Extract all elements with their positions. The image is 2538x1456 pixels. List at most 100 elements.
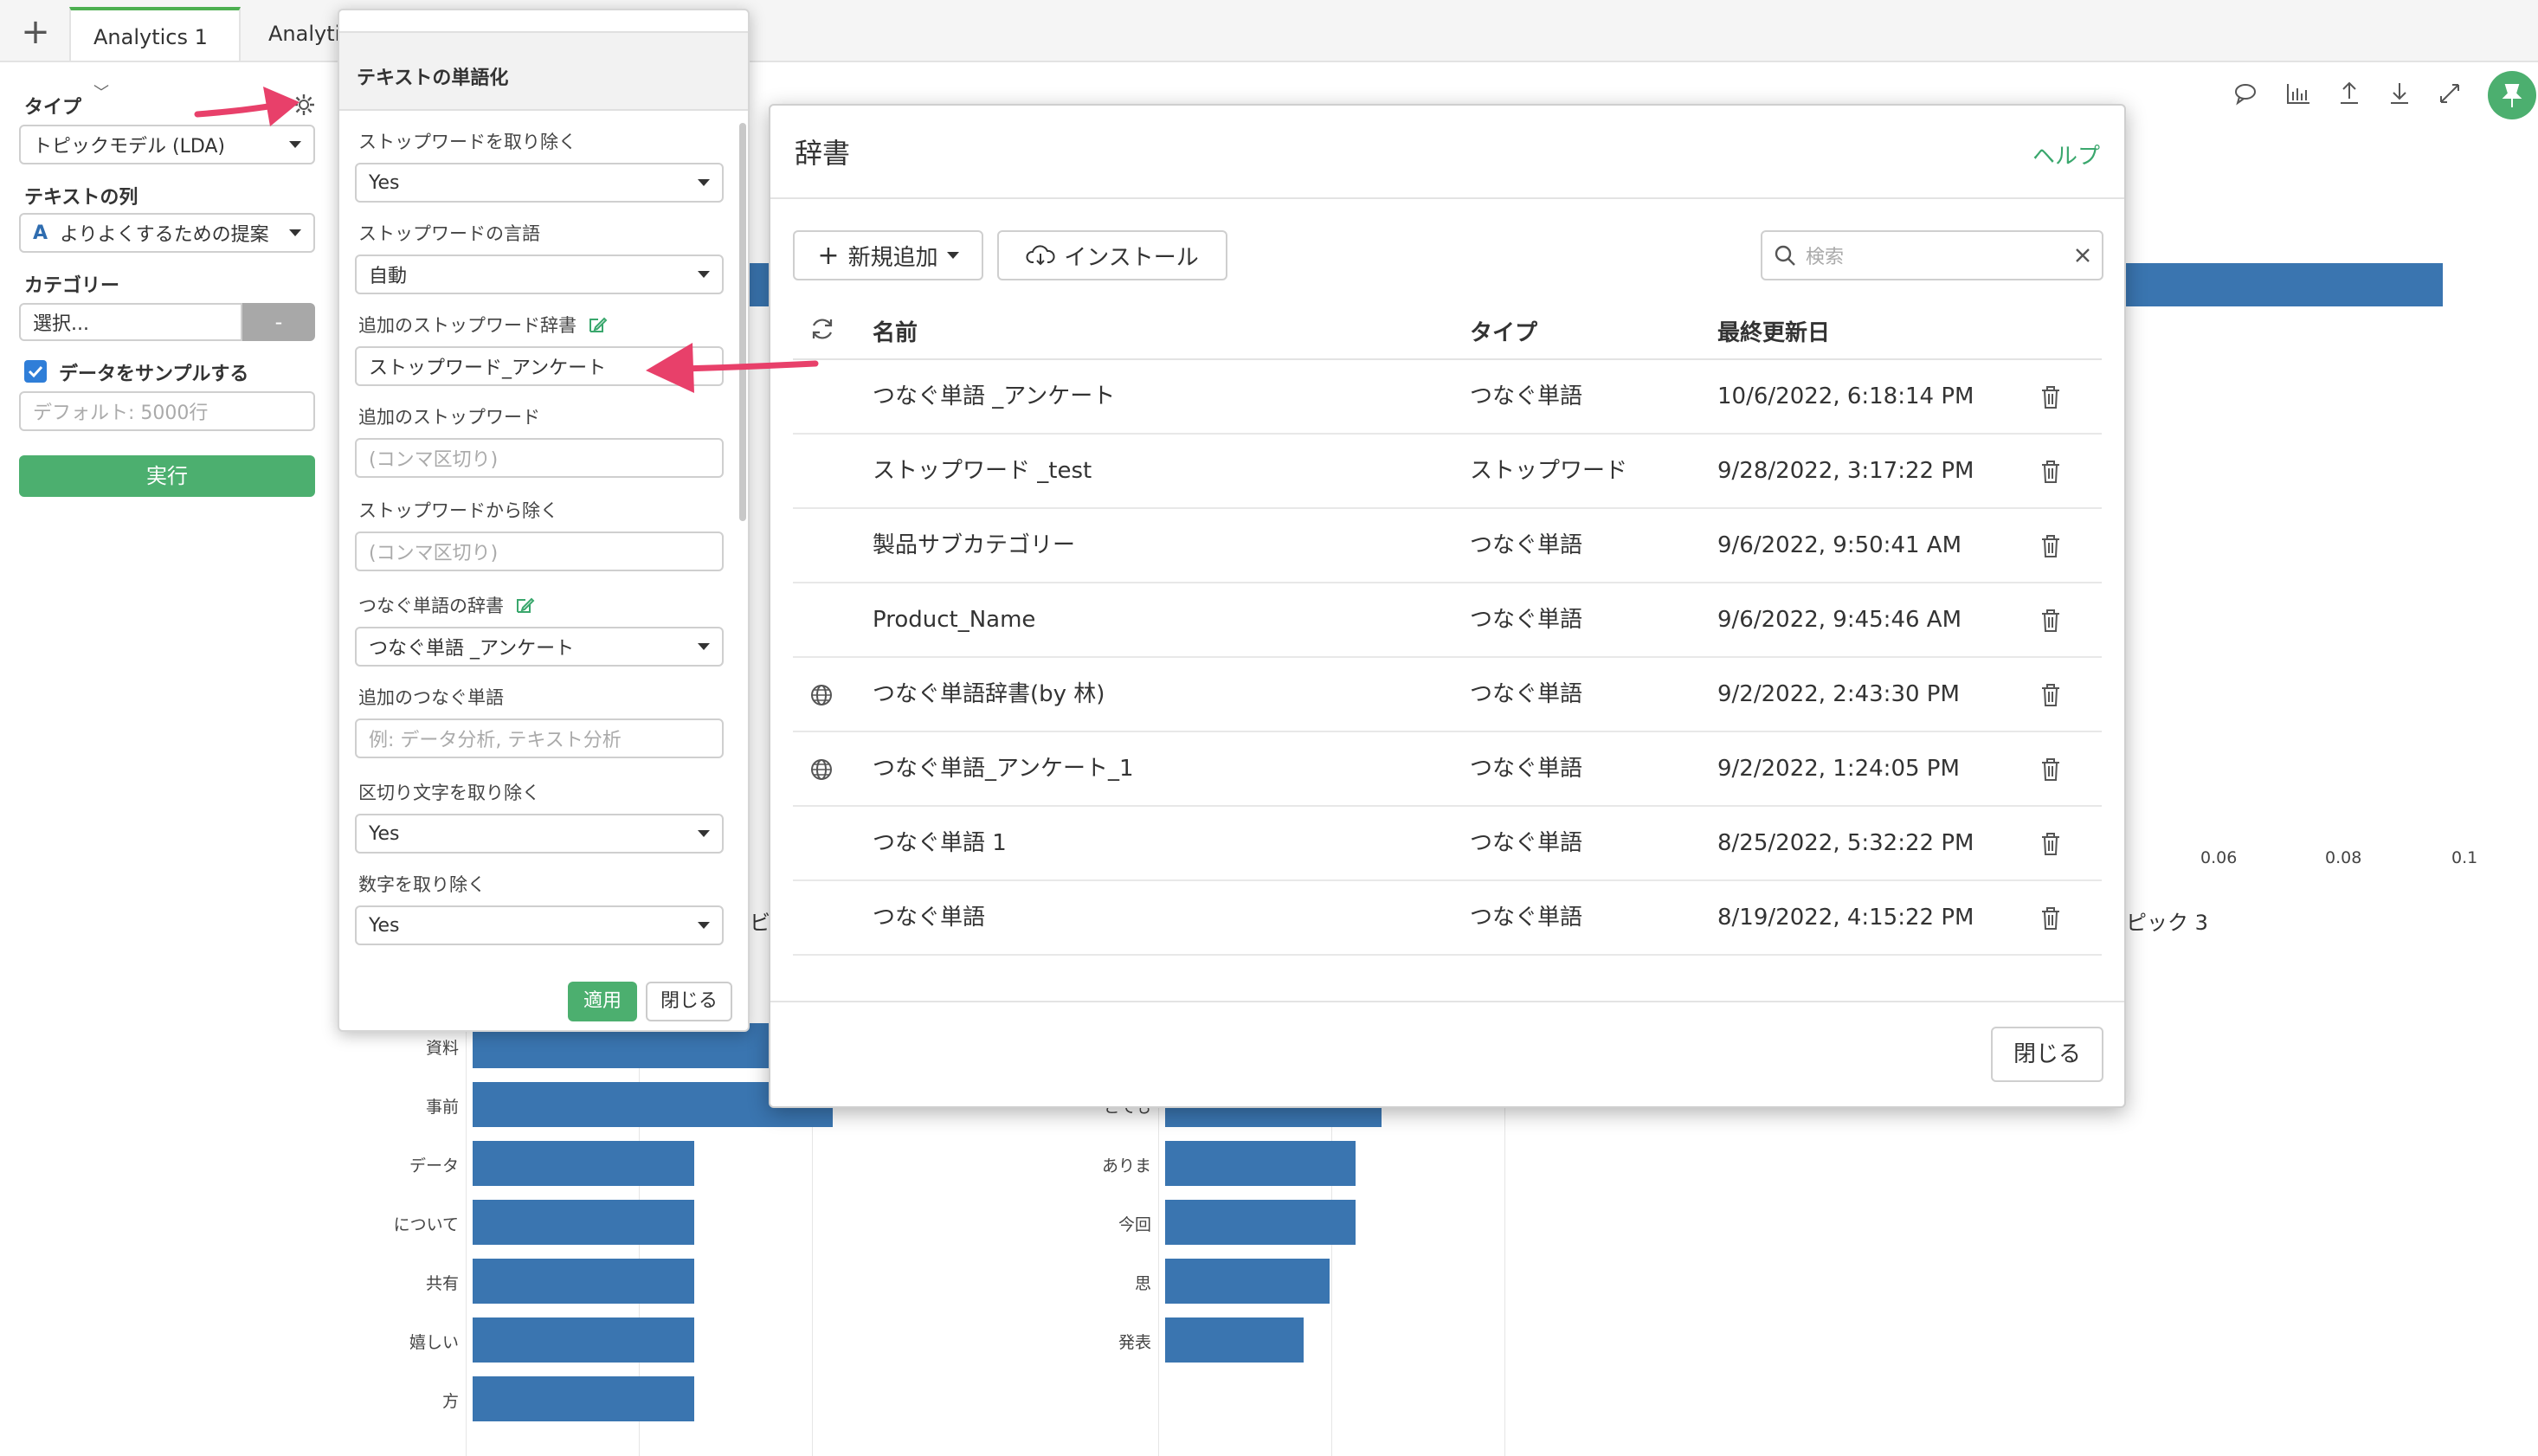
exclude-stopwords-input[interactable]: (コンマ区切り) <box>355 532 724 571</box>
run-button[interactable]: 実行 <box>19 455 315 497</box>
trash-icon[interactable] <box>2039 384 2062 410</box>
dictionary-updated: 9/6/2022, 9:50:41 AM <box>1717 532 1962 558</box>
dictionary-name[interactable]: つなぐ単語 <box>873 881 985 954</box>
dictionary-name[interactable]: つなぐ単語 1 <box>873 807 1007 879</box>
table-row[interactable]: つなぐ単語 1 つなぐ単語 8/25/2022, 5:32:22 PM <box>793 807 2102 881</box>
globe-icon <box>811 759 832 780</box>
select-value: Yes <box>369 914 400 937</box>
column-header-type[interactable]: タイプ <box>1470 315 1537 347</box>
category-clear-button[interactable]: - <box>242 303 315 341</box>
axis-tick: 0.1 <box>2451 848 2478 867</box>
chart-icon[interactable] <box>2285 81 2311 106</box>
sample-placeholder: デフォルト: 5000行 <box>33 403 209 424</box>
exclude-stopwords-label: ストップワードから除く <box>358 500 558 521</box>
remove-delimiters-select[interactable]: Yes <box>355 814 724 854</box>
trash-icon[interactable] <box>2039 459 2062 485</box>
table-row[interactable]: 製品サブカテゴリー つなぐ単語 9/6/2022, 9:50:41 AM <box>793 509 2102 583</box>
edit-icon[interactable] <box>587 314 608 335</box>
caret-down-icon <box>289 229 301 236</box>
dictionary-name[interactable]: つなぐ単語_アンケート_1 <box>873 732 1134 805</box>
close-icon[interactable] <box>2074 247 2091 264</box>
background-bar-top-left <box>748 263 769 306</box>
sample-size-input[interactable]: デフォルト: 5000行 <box>19 391 315 431</box>
dictionary-updated: 9/6/2022, 9:45:46 AM <box>1717 607 1962 633</box>
dictionary-name[interactable]: 製品サブカテゴリー <box>873 509 1075 582</box>
annotation-arrow-dictionary <box>646 343 819 393</box>
dictionary-updated: 8/25/2022, 5:32:22 PM <box>1717 830 1974 856</box>
expand-icon[interactable] <box>2438 81 2462 106</box>
topic-label-partial: ビ <box>750 911 770 935</box>
table-row[interactable]: Product_Name つなぐ単語 9/6/2022, 9:45:46 AM <box>793 583 2102 658</box>
panel-scrollbar[interactable] <box>739 123 746 521</box>
table-row[interactable]: つなぐ単語_アンケート_1 つなぐ単語 9/2/2022, 1:24:05 PM <box>793 732 2102 807</box>
compound-dict-select[interactable]: つなぐ単語 _アンケート <box>355 627 724 667</box>
caret-down-icon <box>698 643 710 650</box>
category-label: カテゴリー <box>24 275 120 297</box>
remove-numbers-select[interactable]: Yes <box>355 905 724 945</box>
table-header: 名前 タイプ 最終更新日 <box>793 306 2102 360</box>
select-value: Yes <box>369 822 400 845</box>
dictionary-name[interactable]: つなぐ単語辞書(by 林) <box>873 658 1105 731</box>
dictionary-type: つなぐ単語 <box>1470 383 1583 409</box>
help-link[interactable]: ヘルプ <box>2032 139 2100 171</box>
comment-icon[interactable] <box>2233 81 2258 106</box>
stopword-language-select[interactable]: 自動 <box>355 254 724 294</box>
extra-stopword-dict-row: 追加のストップワード辞書 <box>358 312 608 338</box>
tab-analytics-1[interactable]: Analytics 1 ﹀ <box>69 7 241 102</box>
modal-close-button[interactable]: 閉じる <box>1991 1027 2103 1082</box>
caret-down-icon <box>698 179 710 186</box>
topic-word-bar <box>1165 1141 1356 1186</box>
pin-icon <box>2502 84 2522 107</box>
check-icon <box>28 365 43 378</box>
bar-label: 資料 <box>425 1039 459 1058</box>
sample-checkbox[interactable] <box>24 360 47 383</box>
add-tab-button[interactable]: + <box>12 9 59 55</box>
table-row[interactable]: つなぐ単語辞書(by 林) つなぐ単語 9/2/2022, 2:43:30 PM <box>793 658 2102 732</box>
topic-word-bar <box>1165 1317 1304 1363</box>
trash-icon[interactable] <box>2039 533 2062 559</box>
dictionary-type: つなぐ単語 <box>1470 607 1583 633</box>
column-header-updated[interactable]: 最終更新日 <box>1717 315 1830 347</box>
panel-close-button[interactable]: 閉じる <box>646 982 732 1021</box>
dictionary-name[interactable]: Product_Name <box>873 583 1035 656</box>
dictionary-name[interactable]: つなぐ単語 _アンケート <box>873 360 1115 433</box>
axis-tick: 0.08 <box>2325 848 2362 867</box>
column-header-name[interactable]: 名前 <box>873 315 918 347</box>
caret-down-icon <box>698 830 710 837</box>
compound-dict-row: つなぐ単語の辞書 <box>358 592 535 618</box>
text-column-select[interactable]: A よりよくするための提案 <box>19 213 315 253</box>
remove-stopwords-select[interactable]: Yes <box>355 163 724 203</box>
trash-icon[interactable] <box>2039 831 2062 857</box>
download-icon[interactable] <box>2387 80 2412 106</box>
trash-icon[interactable] <box>2039 905 2062 931</box>
edit-icon[interactable] <box>514 595 535 615</box>
dictionary-updated: 9/2/2022, 1:24:05 PM <box>1717 756 1960 782</box>
table-row[interactable]: つなぐ単語 つなぐ単語 8/19/2022, 4:15:22 PM <box>793 881 2102 956</box>
topic-word-bar <box>473 1376 694 1421</box>
table-row[interactable]: つなぐ単語 _アンケート つなぐ単語 10/6/2022, 6:18:14 PM <box>793 360 2102 435</box>
install-button[interactable]: インストール <box>997 230 1227 280</box>
topic-word-bar <box>473 1141 694 1186</box>
category-select[interactable]: 選択... <box>19 303 242 341</box>
search-field[interactable]: 検索 <box>1761 230 2103 280</box>
trash-icon[interactable] <box>2039 682 2062 708</box>
trash-icon[interactable] <box>2039 757 2062 783</box>
tab-analytics-2[interactable]: Analytic <box>246 7 351 61</box>
extra-stopwords-input[interactable]: (コンマ区切り) <box>355 438 724 478</box>
select-value: ストップワード_アンケート <box>369 358 607 379</box>
dictionary-name[interactable]: ストップワード _test <box>873 435 1092 507</box>
caret-down-icon <box>698 271 710 278</box>
stopword-language-label: ストップワードの言語 <box>358 223 540 244</box>
panel-title: テキストの単語化 <box>339 31 748 111</box>
trash-icon[interactable] <box>2039 608 2062 634</box>
extra-compound-input[interactable]: 例: データ分析, テキスト分析 <box>355 718 724 758</box>
apply-button[interactable]: 適用 <box>568 982 637 1021</box>
background-bar-top <box>2103 263 2443 306</box>
upload-icon[interactable] <box>2337 80 2361 106</box>
pin-button[interactable] <box>2488 71 2536 119</box>
bar-label: 発表 <box>1118 1333 1151 1352</box>
caret-down-icon <box>698 922 710 929</box>
add-new-button[interactable]: + 新規追加 <box>793 230 983 280</box>
text-column-value: よりよくするための提案 <box>60 224 269 246</box>
table-row[interactable]: ストップワード _test ストップワード 9/28/2022, 3:17:22 P… <box>793 435 2102 509</box>
